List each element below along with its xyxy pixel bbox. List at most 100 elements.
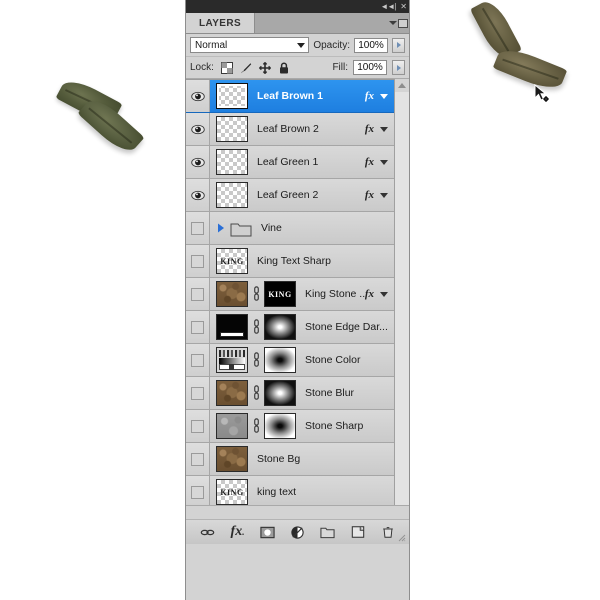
layer-effects-badge[interactable]: fx xyxy=(365,288,378,300)
lock-image-pixels-icon[interactable] xyxy=(240,62,252,74)
layer-effects-expand-icon[interactable] xyxy=(378,159,394,165)
layer-name[interactable]: King Text Sharp xyxy=(248,255,394,267)
layer-thumbnail[interactable] xyxy=(216,281,248,307)
lock-transparent-pixels-icon[interactable] xyxy=(220,61,233,74)
layer-mask-thumbnail[interactable] xyxy=(264,314,296,340)
layer-name[interactable]: Stone Bg xyxy=(248,453,394,465)
layer-name[interactable]: Stone Blur xyxy=(296,387,394,399)
layer-style-button[interactable]: fx. xyxy=(230,524,246,540)
layer-name[interactable]: King Stone ... xyxy=(296,288,365,300)
layer-name[interactable]: Stone Color xyxy=(296,354,394,366)
layer-mask-thumbnail[interactable]: KING xyxy=(264,281,296,307)
layer-name[interactable]: king text xyxy=(248,486,394,498)
layer-name[interactable]: Vine xyxy=(252,222,394,234)
new-layer-button[interactable] xyxy=(350,524,366,540)
new-adjustment-layer-button[interactable] xyxy=(290,524,306,540)
layer-visibility-toggle[interactable] xyxy=(186,245,210,277)
layer-effects-expand-icon[interactable] xyxy=(378,192,394,198)
layer-visibility-toggle[interactable] xyxy=(186,311,210,343)
layer-mask-thumbnail[interactable] xyxy=(264,413,296,439)
delete-layer-button[interactable] xyxy=(380,524,396,540)
layer-effects-badge[interactable]: fx xyxy=(365,189,378,201)
lock-all-icon[interactable] xyxy=(278,61,290,74)
mask-link-icon[interactable] xyxy=(251,351,261,369)
layer-effects-badge[interactable]: fx xyxy=(365,90,378,102)
layer-mask-thumbnail[interactable] xyxy=(264,347,296,373)
layer-name[interactable]: Leaf Green 1 xyxy=(248,156,365,168)
menu-lines-icon xyxy=(397,18,408,28)
layer-visibility-toggle[interactable] xyxy=(186,476,210,508)
fill-input[interactable]: 100% xyxy=(353,60,387,75)
layer-row[interactable]: KING King Text Sharp xyxy=(186,245,394,278)
scroll-up-button[interactable] xyxy=(395,79,409,92)
layer-row[interactable]: Leaf Green 1 fx xyxy=(186,146,394,179)
layer-thumbnail[interactable] xyxy=(216,446,248,472)
layer-visibility-toggle[interactable] xyxy=(186,113,210,145)
layer-effects-expand-icon[interactable] xyxy=(378,291,394,297)
layer-name[interactable]: Stone Sharp xyxy=(296,420,394,432)
layer-thumbnail[interactable] xyxy=(216,83,248,109)
collapse-icon[interactable]: ◄◄| xyxy=(380,2,396,11)
layer-name[interactable]: Leaf Green 2 xyxy=(248,189,365,201)
layer-visibility-toggle[interactable] xyxy=(186,179,210,211)
layer-list[interactable]: Leaf Brown 1 fx Leaf Brown 2 fx Leaf Green 1… xyxy=(186,79,394,552)
new-group-button[interactable] xyxy=(320,524,336,540)
layer-visibility-toggle[interactable] xyxy=(186,377,210,409)
layer-thumbnail[interactable] xyxy=(216,314,248,340)
layer-effects-expand-icon[interactable] xyxy=(378,126,394,132)
layer-effects-badge[interactable]: fx xyxy=(365,123,378,135)
layer-thumbnail[interactable]: KING xyxy=(216,479,248,505)
layer-row[interactable]: Stone Blur xyxy=(186,377,394,410)
layer-name[interactable]: Leaf Brown 1 xyxy=(248,90,365,102)
opacity-slider-button[interactable] xyxy=(392,37,405,53)
layer-row[interactable]: Stone Bg xyxy=(186,443,394,476)
mask-link-icon[interactable] xyxy=(251,285,261,303)
layer-row[interactable]: Stone Color xyxy=(186,344,394,377)
panel-menu-button[interactable] xyxy=(387,13,409,33)
leaf-brown-lower xyxy=(492,43,568,95)
layer-mask-thumbnail[interactable] xyxy=(264,380,296,406)
layer-visibility-toggle[interactable] xyxy=(186,344,210,376)
layer-visibility-toggle[interactable] xyxy=(186,278,210,310)
link-layers-button[interactable] xyxy=(200,524,216,540)
layer-row[interactable]: Stone Sharp xyxy=(186,410,394,443)
lock-position-icon[interactable] xyxy=(258,61,271,74)
scrollbar-track[interactable] xyxy=(395,92,409,539)
layer-name[interactable]: Stone Edge Dar... xyxy=(296,321,394,333)
layer-visibility-toggle[interactable] xyxy=(186,146,210,178)
mask-link-icon[interactable] xyxy=(251,417,261,435)
mask-link-icon[interactable] xyxy=(251,318,261,336)
layer-thumbnail[interactable] xyxy=(216,380,248,406)
layer-thumbnail[interactable] xyxy=(216,182,248,208)
layer-thumbnail[interactable] xyxy=(216,413,248,439)
blend-mode-select[interactable]: Normal xyxy=(190,37,310,53)
close-icon[interactable]: ✕ xyxy=(400,2,407,11)
mask-link-icon[interactable] xyxy=(251,384,261,402)
layer-effects-badge[interactable]: fx xyxy=(365,156,378,168)
layer-name[interactable]: Leaf Brown 2 xyxy=(248,123,365,135)
lock-row: Lock: Fill: 100% xyxy=(186,57,409,79)
opacity-input[interactable]: 100% xyxy=(354,37,388,53)
resize-grip-icon[interactable] xyxy=(398,534,406,542)
layer-row[interactable]: Stone Edge Dar... xyxy=(186,311,394,344)
layer-visibility-toggle[interactable] xyxy=(186,410,210,442)
group-expand-arrow-icon[interactable] xyxy=(215,223,226,233)
layer-visibility-toggle[interactable] xyxy=(186,212,210,244)
layer-row[interactable]: Leaf Brown 1 fx xyxy=(186,80,394,113)
layer-row[interactable]: Leaf Green 2 fx xyxy=(186,179,394,212)
layer-thumbnail[interactable] xyxy=(216,149,248,175)
layer-thumbnail[interactable] xyxy=(216,116,248,142)
layer-visibility-toggle[interactable] xyxy=(186,443,210,475)
layer-thumbnail[interactable]: KING xyxy=(216,248,248,274)
layer-effects-expand-icon[interactable] xyxy=(378,93,394,99)
fill-slider-button[interactable] xyxy=(392,60,405,75)
layer-row[interactable]: Vine xyxy=(186,212,394,245)
tab-layers[interactable]: LAYERS xyxy=(186,13,256,33)
add-layer-mask-button[interactable] xyxy=(260,524,276,540)
layer-row[interactable]: KING King Stone ... fx xyxy=(186,278,394,311)
layers-scrollbar[interactable] xyxy=(394,79,409,552)
layers-panel: ◄◄| ✕ LAYERS Normal Opacity: 100% Lock: xyxy=(185,0,410,600)
layer-visibility-toggle[interactable] xyxy=(186,80,210,112)
layer-row[interactable]: Leaf Brown 2 fx xyxy=(186,113,394,146)
layer-thumbnail[interactable] xyxy=(216,347,248,373)
